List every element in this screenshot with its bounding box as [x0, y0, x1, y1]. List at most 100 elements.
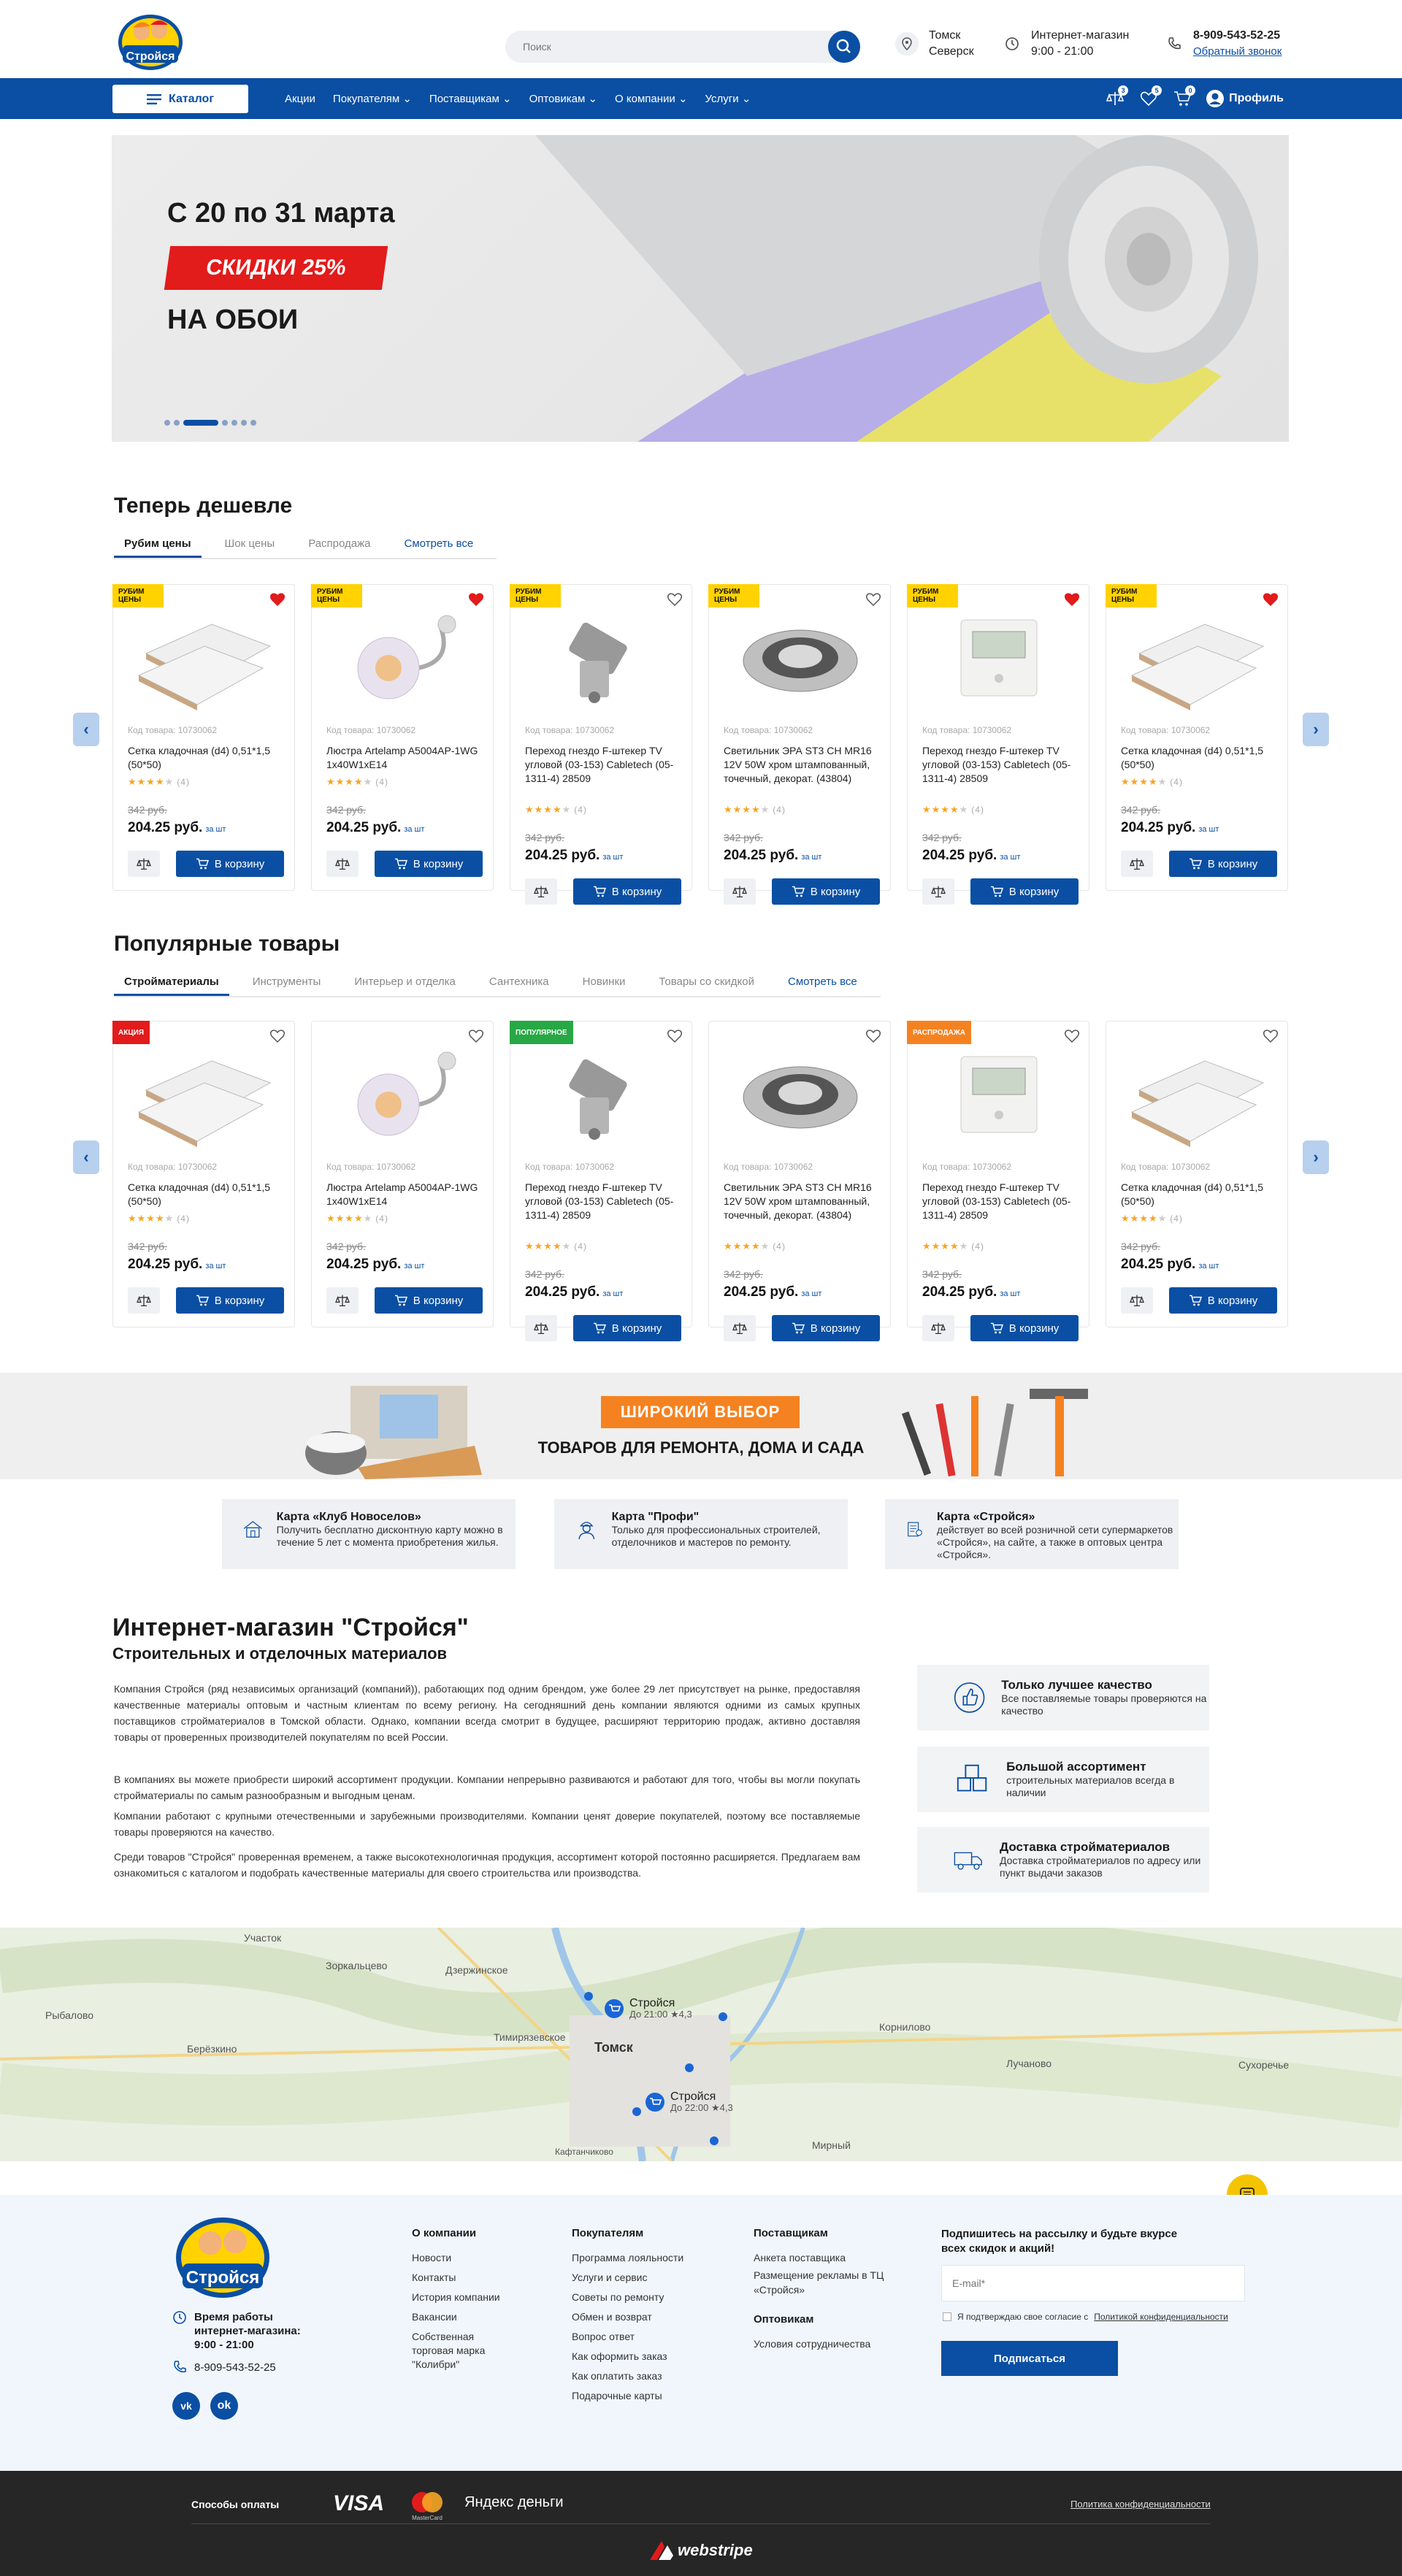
footer-link[interactable]: Вопрос ответ [572, 2327, 732, 2347]
search-button[interactable] [828, 31, 860, 63]
add-to-cart-button[interactable]: В корзину [772, 878, 880, 905]
product-name[interactable]: Переход гнездо F-штекер TV угловой (03-1… [525, 1181, 680, 1222]
add-to-cart-button[interactable]: В корзину [573, 1315, 681, 1341]
add-to-cart-button[interactable]: В корзину [375, 851, 483, 877]
product-card[interactable]: Код товара: 10730062 Люстра Artelamp A50… [311, 1021, 494, 1327]
product-card[interactable]: РУБИМ ЦЕНЫ Код товара: 10730062 Переход … [510, 584, 692, 905]
footer-link[interactable]: Подарочные карты [572, 2386, 732, 2406]
tab-rubim[interactable]: Рубим цены [114, 533, 202, 558]
promo-card-novoselov[interactable]: Карта «Клуб Новоселов» Получить бесплатно… [222, 1499, 516, 1569]
compare-button[interactable] [724, 1315, 756, 1341]
product-name[interactable]: Светильник ЭРА ST3 CH MR16 12V 50W хром … [724, 1181, 878, 1222]
promo-card-profi[interactable]: Карта "Профи" Только для профессиональных… [554, 1499, 848, 1569]
product-image[interactable] [525, 602, 678, 712]
nav-item-wholesale[interactable]: Оптовикам ⌄ [529, 92, 597, 105]
phone-number[interactable]: 8-909-543-52-25 [1193, 28, 1282, 44]
slider-dot-active[interactable] [183, 420, 218, 426]
footer-link[interactable]: Услуги и сервис [572, 2268, 732, 2288]
city-selector[interactable]: Томск Северск [895, 28, 974, 60]
privacy-link[interactable]: Политикой конфиденциальности [1094, 2312, 1228, 2322]
favorite-heart-icon[interactable] [865, 592, 881, 607]
cart-icon[interactable]: 0 [1172, 85, 1196, 109]
tab-shock[interactable]: Шок цены [215, 533, 286, 558]
product-image[interactable] [1121, 1039, 1274, 1149]
store-map[interactable]: Участок Зоркальцево Дзержинское Рыбалово… [0, 1928, 1402, 2161]
product-name[interactable]: Сетка кладочная (d4) 0,51*1,5 (50*50) [128, 744, 283, 772]
compare-button[interactable] [724, 878, 756, 905]
product-name[interactable]: Переход гнездо F-штекер TV угловой (03-1… [525, 744, 680, 786]
favorite-heart-icon[interactable] [865, 1029, 881, 1043]
slider-dot[interactable] [231, 420, 237, 426]
add-to-cart-button[interactable]: В корзину [970, 1315, 1079, 1341]
footer-link[interactable]: Размещение рекламы в ТЦ «Стройся» [754, 2268, 885, 2297]
product-card[interactable]: РУБИМ ЦЕНЫ Код товара: 10730062 Светильн… [708, 584, 891, 905]
product-card[interactable]: Код товара: 10730062 Светильник ЭРА ST3 … [708, 1021, 891, 1341]
nav-item-promo[interactable]: Акции [285, 93, 315, 105]
product-image[interactable] [326, 602, 480, 712]
footer-link[interactable]: Советы по ремонту [572, 2288, 732, 2307]
subscribe-button[interactable]: Подписаться [941, 2341, 1118, 2376]
product-card[interactable]: РАСПРОДАЖА Код товара: 10730062 Переход … [907, 1021, 1089, 1341]
add-to-cart-button[interactable]: В корзину [573, 878, 681, 905]
logo[interactable]: Стройся [117, 10, 184, 72]
footer-logo[interactable]: Стройся [174, 2212, 272, 2300]
callback-link[interactable]: Обратный звонок [1193, 44, 1282, 60]
compare-button[interactable] [525, 878, 557, 905]
tab-sale[interactable]: Распродажа [298, 533, 380, 558]
nav-item-buyers[interactable]: Покупателям ⌄ [333, 92, 412, 105]
footer-link[interactable]: Программа лояльности [572, 2248, 732, 2268]
product-card[interactable]: РУБИМ ЦЕНЫ Код товара: 10730062 Сетка кл… [1106, 584, 1288, 891]
compare-button[interactable] [1121, 851, 1153, 877]
add-to-cart-button[interactable]: В корзину [772, 1315, 880, 1341]
promo-card-stroysya[interactable]: Карта «Стройся» действует во всей розничн… [885, 1499, 1179, 1569]
slider-dot[interactable] [222, 420, 228, 426]
footer-link[interactable]: Как оформить заказ [572, 2347, 732, 2366]
product-name[interactable]: Светильник ЭРА ST3 CH MR16 12V 50W хром … [724, 744, 878, 786]
privacy-policy-link[interactable]: Политика конфиденциальности [1070, 2499, 1211, 2510]
consent-checkbox[interactable] [943, 2312, 951, 2321]
product-image[interactable] [1121, 602, 1274, 712]
search-input[interactable] [505, 31, 812, 63]
carousel-prev-button[interactable]: ‹ [73, 713, 99, 746]
product-name[interactable]: Сетка кладочная (d4) 0,51*1,5 (50*50) [1121, 1181, 1276, 1208]
tab-new[interactable]: Новинки [572, 971, 636, 996]
footer-link[interactable]: Новости [412, 2248, 551, 2268]
favorite-heart-icon[interactable] [1263, 1029, 1279, 1043]
compare-icon[interactable]: 3 [1105, 85, 1129, 109]
developer-logo[interactable]: webstripe [648, 2539, 753, 2561]
product-name[interactable]: Переход гнездо F-штекер TV угловой (03-1… [922, 1181, 1077, 1222]
footer-link[interactable]: Вакансии [412, 2307, 551, 2327]
add-to-cart-button[interactable]: В корзину [1169, 851, 1277, 877]
footer-link[interactable]: Анкета поставщика [754, 2248, 900, 2268]
catalog-button[interactable]: Каталог [112, 85, 248, 113]
compare-button[interactable] [326, 1287, 359, 1314]
product-card[interactable]: РУБИМ ЦЕНЫ Код товара: 10730062 Сетка кл… [112, 584, 295, 891]
add-to-cart-button[interactable]: В корзину [970, 878, 1079, 905]
product-card[interactable]: РУБИМ ЦЕНЫ Код товара: 10730062 Переход … [907, 584, 1089, 905]
favorite-heart-icon[interactable] [468, 1029, 484, 1043]
product-image[interactable] [326, 1039, 480, 1149]
slider-dot[interactable] [174, 420, 180, 426]
slider-dot[interactable] [241, 420, 247, 426]
product-image[interactable] [525, 1039, 678, 1149]
product-image[interactable] [128, 602, 281, 712]
compare-button[interactable] [128, 1287, 160, 1314]
profile-link[interactable]: Профиль [1206, 89, 1284, 108]
footer-link[interactable]: Как оплатить заказ [572, 2366, 732, 2386]
favorite-heart-icon[interactable] [269, 592, 286, 607]
favorite-heart-icon[interactable] [1064, 592, 1080, 607]
consent-checkbox-row[interactable]: Я подтверждаю свое согласие с Политикой … [943, 2312, 1228, 2322]
footer-link[interactable]: Обмен и возврат [572, 2307, 732, 2327]
product-card[interactable]: РУБИМ ЦЕНЫ Код товара: 10730062 Люстра A… [311, 584, 494, 891]
product-image[interactable] [724, 602, 877, 712]
footer-phone[interactable]: 8-909-543-52-25 [172, 2360, 276, 2374]
compare-button[interactable] [922, 878, 954, 905]
product-image[interactable] [128, 1039, 281, 1149]
favorites-icon[interactable]: 5 [1138, 85, 1162, 109]
email-input[interactable] [941, 2265, 1245, 2301]
product-image[interactable] [922, 1039, 1076, 1149]
tab-plumbing[interactable]: Сантехника [479, 971, 559, 996]
nav-item-company[interactable]: О компании ⌄ [615, 92, 687, 105]
compare-button[interactable] [525, 1315, 557, 1341]
compare-button[interactable] [1121, 1287, 1153, 1314]
